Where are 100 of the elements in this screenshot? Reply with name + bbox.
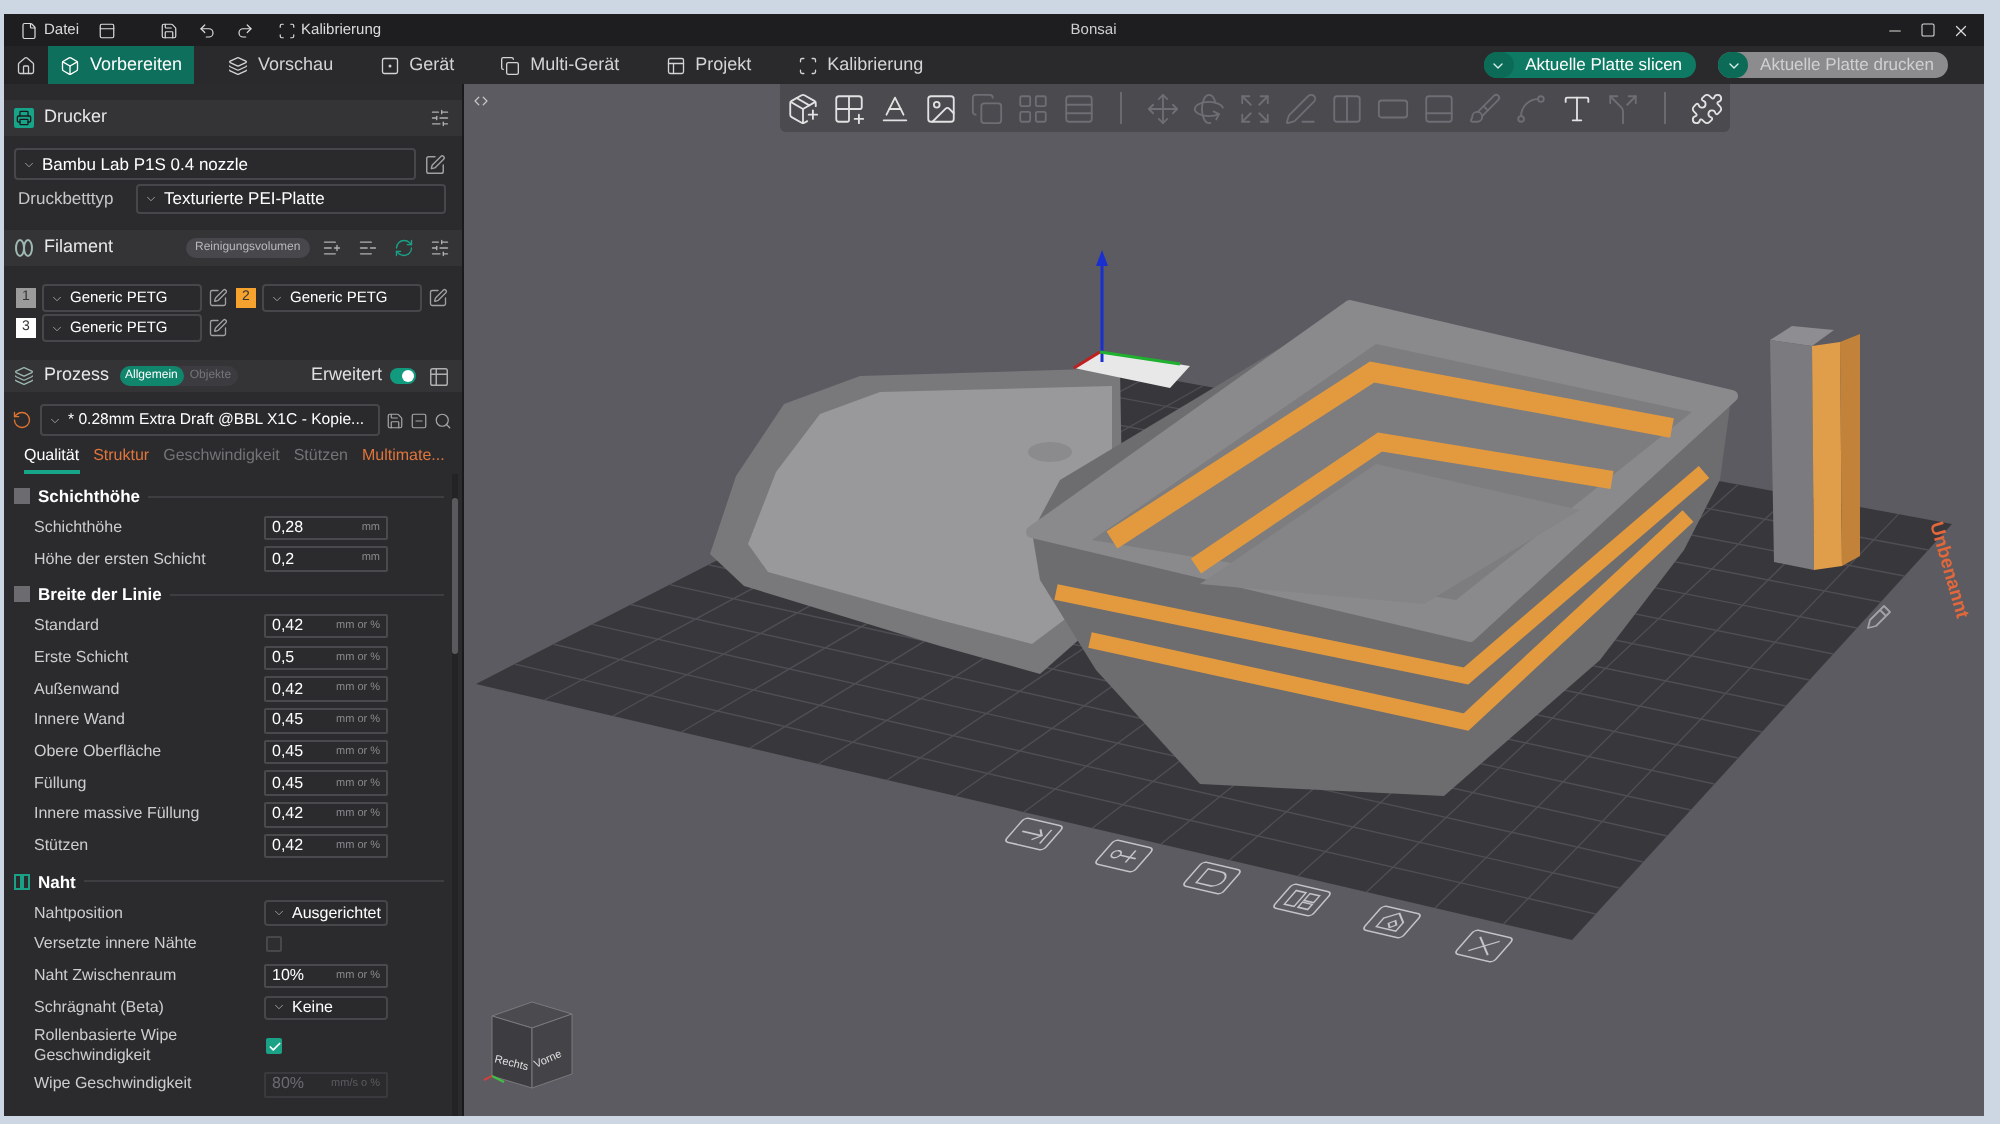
setting-label: Höhe der ersten Schicht [34,549,208,570]
slice-button[interactable]: Aktuelle Platte slicen [1483,52,1697,78]
layers-icon [228,55,249,75]
setting-label: Außenwand [34,679,122,700]
axis-arrows [1073,250,1181,370]
group-title: Breite der Linie [38,582,162,608]
setting-label: Schrägnaht (Beta) [34,997,166,1018]
chevron-icon [50,321,64,335]
settings-tab[interactable]: Qualität [24,444,80,474]
setting-label: Rollenbasierte Wipe Geschwindigkeit [34,1026,180,1067]
chevron-icon [270,291,284,305]
edit-icon[interactable] [208,288,228,308]
setting-label: Erste Schicht [34,647,131,668]
image-icon[interactable] [924,91,958,125]
settings-tab[interactable]: Multimate... [361,444,445,474]
setting-label: Füllung [34,773,89,794]
chevron-icon [50,291,64,305]
setting-label: Obere Oberfläche [34,741,164,762]
chevron-icon [272,906,286,921]
box-plus-icon[interactable] [786,91,820,125]
rounded-tile-icon[interactable] [1181,860,1243,896]
grid-plus-icon[interactable] [832,91,866,125]
printer-preset-dropdown[interactable]: Bambu Lab P1S 0.4 nozzle [14,148,416,180]
printer-icon [14,108,34,128]
setting-label: Schichthöhe [34,517,125,538]
bed-type-dropdown[interactable]: Texturierte PEI-Platte [136,184,446,214]
sliders-icon[interactable] [430,108,450,128]
advanced-label: Erweitert [310,362,382,389]
group-title: Naht [38,869,76,895]
chevron-icon [1718,52,1749,78]
minus-square-icon[interactable] [410,411,428,429]
home-icon[interactable] [4,46,48,84]
select-dropdown[interactable]: Keine [264,995,388,1021]
copy-icon [500,55,521,75]
setting-label: Wipe Geschwindigkeit [34,1074,194,1095]
checkbox[interactable] [266,936,282,953]
bordered-square-icon [14,873,30,890]
file-icon [20,21,38,39]
section-title: Filament [44,234,114,261]
setting-label: Versetzte innere Nähte [34,934,199,955]
table-icon[interactable] [428,365,450,387]
bed-type-label: Druckbetttyp [18,186,116,212]
nav-tab[interactable]: Multi-Gerät [488,46,632,84]
chevron-icon [48,413,62,427]
setting-label: Nahtposition [34,903,125,924]
pin-tile-icon[interactable] [1093,838,1155,874]
check-icon [267,1039,281,1054]
spool-icon [14,238,34,258]
arrow-tile-icon[interactable] [1003,816,1065,852]
pencil-icon[interactable] [1867,605,1891,629]
scan-icon [277,21,296,39]
advanced-toggle[interactable] [390,368,416,384]
save-icon[interactable] [386,411,404,429]
house-tile-icon[interactable] [1361,904,1423,940]
square-icon [14,586,30,603]
chevron-icon [272,1000,286,1015]
nav-tab[interactable]: Kalibrierung [785,46,936,84]
cube-icon [60,55,80,75]
chevron-icon [22,157,36,171]
square-icon [14,488,30,504]
chevrons-icon[interactable] [472,92,490,110]
undo-icon[interactable] [197,21,216,39]
refresh-icon[interactable] [394,238,414,258]
save-icon[interactable] [159,21,178,39]
select-dropdown[interactable]: Ausgerichtet [264,900,388,926]
nav-tab[interactable]: Gerät [367,46,467,84]
text-tool-icon[interactable] [1560,91,1594,125]
sliders-icon[interactable] [430,238,450,258]
checkbox[interactable] [266,1038,282,1055]
puzzle-icon[interactable] [1690,91,1724,125]
nav-tab[interactable]: Projekt [653,46,764,84]
maximize-icon[interactable] [1920,22,1936,38]
reset-arrow-icon[interactable] [12,410,32,430]
section-title: Prozess [44,362,110,389]
layout-icon [665,55,686,75]
scrollbar-thumb[interactable] [452,498,458,654]
nav-tab[interactable]: Vorschau [216,46,346,84]
setting-label: Innere massive Füllung [34,804,202,825]
cross-tile-icon[interactable] [1453,928,1515,964]
chevron-icon [1483,52,1514,78]
settings-tab[interactable]: Struktur [93,444,150,474]
redo-icon[interactable] [235,21,254,39]
nav-tab[interactable]: Vorbereiten [48,46,195,84]
section-title: Drucker [44,104,108,131]
list-minus-icon[interactable] [358,238,378,258]
list-plus-icon[interactable] [322,238,342,258]
setting-label: Standard [34,616,101,637]
view-cube[interactable] [483,1001,573,1089]
setting-label: Naht Zwischenraum [34,966,179,987]
edit-icon[interactable] [428,288,448,308]
group-title: Schichthöhe [38,483,141,509]
scan-icon [797,55,818,75]
edit-icon[interactable] [208,318,228,338]
edit-icon[interactable] [424,153,446,175]
layers-icon [14,366,34,386]
letter-a-icon[interactable] [878,91,912,125]
grid-tile-icon[interactable] [1271,882,1333,918]
close-icon[interactable] [1952,21,1970,39]
search-icon[interactable] [434,411,452,429]
setting-label: Stützen [34,836,91,857]
